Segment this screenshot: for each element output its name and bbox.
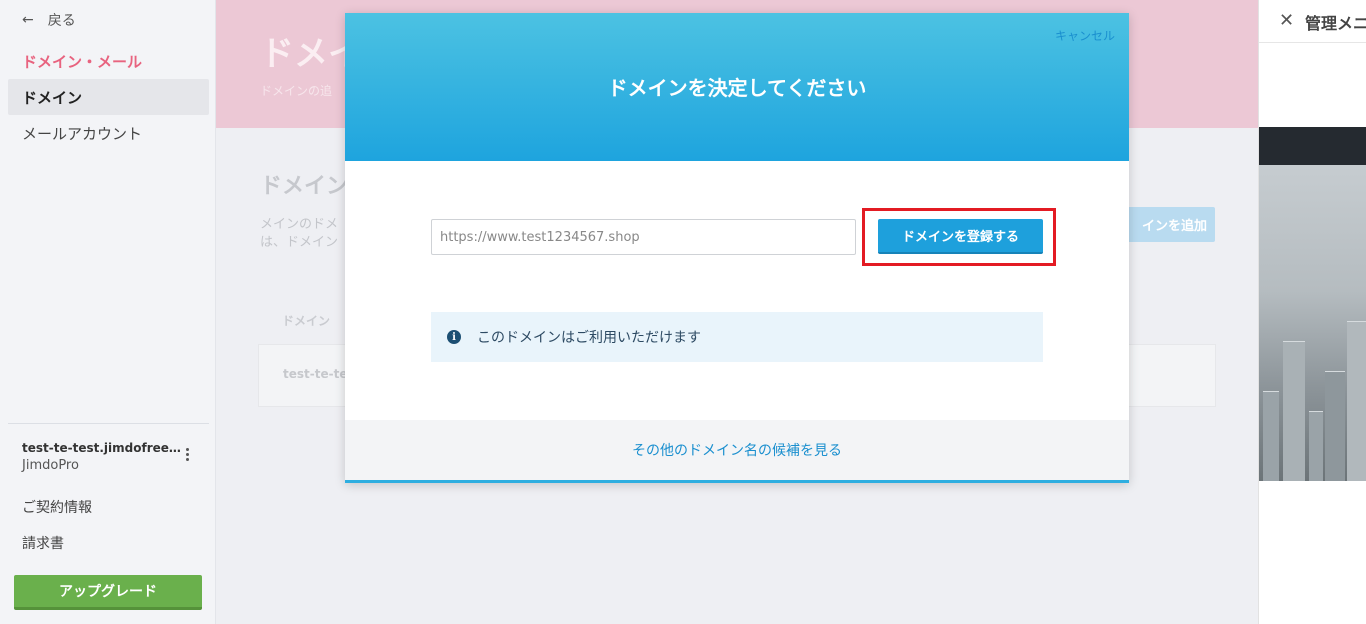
other-domain-suggestions-link[interactable]: その他のドメイン名の候補を見る	[632, 440, 842, 460]
close-icon[interactable]: ✕	[1279, 10, 1294, 31]
domain-input[interactable]	[431, 219, 856, 255]
sidebar-divider	[8, 423, 209, 424]
hero-subtitle: ドメインの追	[260, 84, 333, 98]
sidebar-item-mail-account[interactable]: メールアカウント	[8, 115, 209, 151]
admin-menu-title: 管理メニュー	[1305, 14, 1366, 33]
preview-header-bar	[1259, 127, 1366, 165]
card-description-line: は、ドメイン	[260, 235, 339, 250]
modal-header: キャンセル ドメインを決定してください	[345, 13, 1129, 161]
card-description-line: メインのドメ	[260, 217, 339, 232]
admin-menu-panel: ✕ 管理メニュー	[1258, 0, 1366, 624]
section-title: ドメイン・メール	[22, 53, 143, 71]
table-header-domain: ドメイン	[282, 314, 331, 328]
site-name: test-te-test.jimdofree.com	[22, 441, 182, 455]
modal-title: ドメインを決定してください	[607, 76, 867, 100]
cancel-button[interactable]: キャンセル	[1055, 27, 1115, 44]
invoice-link[interactable]: 請求書	[22, 533, 64, 553]
back-label: 戻る	[47, 13, 76, 29]
availability-notice: i このドメインはご利用いただけます	[431, 312, 1043, 362]
info-icon: i	[447, 330, 461, 344]
card-title: ドメイン	[260, 174, 349, 199]
back-link[interactable]: ← 戻る	[22, 10, 76, 30]
register-domain-button[interactable]: ドメインを登録する	[878, 219, 1043, 254]
domain-modal: キャンセル ドメインを決定してください ドメインを登録する i このドメインはご…	[345, 13, 1129, 483]
contract-info-link[interactable]: ご契約情報	[22, 497, 92, 517]
upgrade-button[interactable]: アップグレード	[14, 575, 202, 610]
arrow-left-icon: ←	[22, 12, 34, 28]
plan-label: JimdoPro	[22, 458, 79, 473]
sidebar: ← 戻る ドメイン・メール ドメイン メールアカウント test-te-test…	[0, 0, 216, 624]
card-description: メインのドメ は、ドメイン	[260, 216, 338, 252]
panel-divider	[1259, 42, 1366, 43]
sidebar-item-domain[interactable]: ドメイン	[8, 79, 209, 115]
modal-footer: その他のドメイン名の候補を見る	[345, 420, 1129, 480]
site-preview-image	[1259, 165, 1366, 481]
availability-text: このドメインはご利用いただけます	[477, 330, 701, 346]
more-options-icon[interactable]	[180, 444, 194, 464]
add-domain-button[interactable]: インを追加	[1122, 207, 1215, 242]
